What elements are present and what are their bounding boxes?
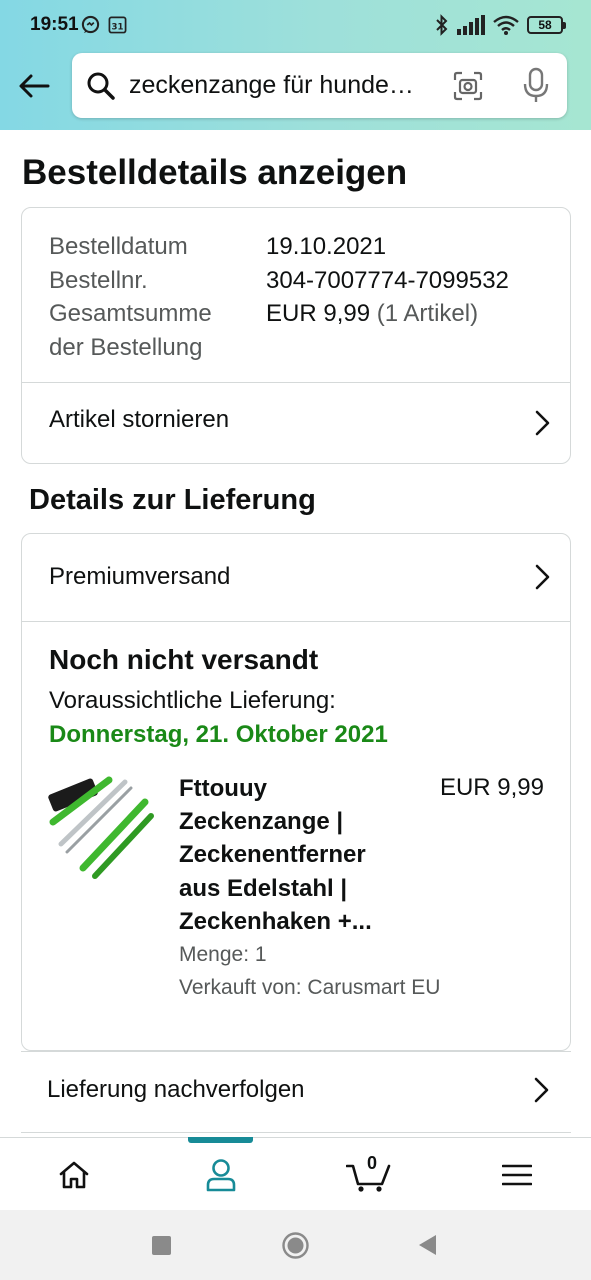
chevron-right-icon — [535, 564, 550, 590]
shipping-method-label: Premiumversand — [49, 563, 231, 590]
signal-icon — [457, 15, 485, 35]
status-time: 19:51 — [30, 14, 79, 35]
divider — [21, 1132, 571, 1133]
calendar-icon: 31 — [108, 16, 127, 34]
app-header: 19:51 31 58 zeckenzange für hunde… — [0, 0, 591, 130]
microphone-icon[interactable] — [521, 67, 551, 105]
battery-indicator: 58 — [527, 16, 566, 34]
order-date-label: Bestelldatum — [49, 233, 188, 260]
order-total-value: EUR 9,99 (1 Artikel) — [266, 297, 478, 331]
product-seller: Verkauft von: Carusmart EU — [179, 976, 441, 999]
product-title-line: Zeckenentferner — [179, 841, 366, 869]
shipping-method-row[interactable]: Premiumversand — [22, 534, 570, 621]
nav-cart[interactable]: 0 — [295, 1138, 442, 1211]
wifi-icon — [493, 15, 519, 35]
account-icon — [206, 1158, 235, 1191]
order-total-amount: EUR 9,99 — [266, 300, 371, 327]
search-bar[interactable]: zeckenzange für hunde… — [72, 53, 567, 118]
delivery-section-title: Details zur Lieferung — [29, 484, 316, 516]
order-row-number: Bestellnr. 304-7007774-7099532 — [49, 264, 509, 298]
eta-label: Voraussichtliche Lieferung: — [49, 687, 336, 714]
chevron-right-icon — [535, 410, 550, 436]
page-title: Bestelldetails anzeigen — [22, 153, 408, 192]
product-image[interactable] — [47, 772, 157, 882]
menu-icon — [501, 1164, 532, 1185]
order-row-total: Gesamtsumme EUR 9,99 (1 Artikel) — [49, 297, 509, 331]
cart-count: 0 — [367, 1153, 378, 1173]
order-date-value: 19.10.2021 — [266, 233, 387, 260]
message-icon — [81, 15, 100, 34]
order-total-label: Gesamtsumme — [49, 300, 212, 327]
bluetooth-icon — [436, 14, 448, 36]
order-number-label: Bestellnr. — [49, 266, 148, 294]
status-bar: 19:51 31 58 — [0, 0, 591, 50]
product-title-line: Zeckenhaken +... — [179, 907, 372, 935]
search-icon — [87, 72, 115, 100]
nav-menu[interactable] — [443, 1138, 590, 1211]
nav-account[interactable] — [147, 1138, 294, 1211]
track-delivery-label: Lieferung nachverfolgen — [47, 1076, 305, 1103]
order-info: Bestelldatum 19.10.2021 Bestellnr. 304-7… — [49, 230, 509, 364]
cancel-items-label: Artikel stornieren — [49, 406, 230, 433]
product-price: EUR 9,99 — [439, 774, 544, 801]
track-delivery-row[interactable]: Lieferung nachverfolgen — [21, 1052, 571, 1132]
shipment-status: Noch nicht versandt — [49, 644, 319, 675]
back-arrow-icon — [19, 74, 50, 98]
product-title-line: Fttouuy — [179, 775, 267, 802]
product-title[interactable]: Fttouuy Zeckenzange | Zeckenentferner au… — [179, 772, 394, 938]
eta-date: Donnerstag, 21. Oktober 2021 — [49, 721, 388, 748]
product-title-line: aus Edelstahl | — [179, 874, 348, 902]
svg-text:31: 31 — [112, 22, 124, 32]
order-number-value: 304-7007774-7099532 — [266, 266, 509, 294]
search-input[interactable]: zeckenzange für hunde… — [129, 71, 439, 100]
home-circle-icon[interactable] — [282, 1232, 309, 1259]
order-row-total-cont: der Bestellung — [49, 331, 509, 365]
order-item-count: (1 Artikel) — [376, 300, 479, 327]
product-title-line: Zeckenzange | — [179, 808, 344, 836]
system-navigation-bar — [0, 1210, 591, 1280]
back-button[interactable] — [14, 66, 54, 106]
chevron-right-icon — [534, 1077, 549, 1103]
status-icons: 58 — [435, 13, 566, 37]
delivery-card: Premiumversand Noch nicht versandt Vorau… — [21, 533, 571, 1051]
back-triangle-icon[interactable] — [418, 1234, 437, 1256]
camera-scan-icon[interactable] — [452, 70, 484, 102]
home-icon — [59, 1161, 88, 1188]
order-row-date: Bestelldatum 19.10.2021 — [49, 230, 509, 264]
product-quantity: Menge: 1 — [179, 943, 267, 966]
nav-home[interactable] — [0, 1138, 147, 1211]
bottom-navigation: 0 — [0, 1137, 591, 1210]
recents-square-icon[interactable] — [152, 1236, 171, 1255]
order-summary-card: Bestelldatum 19.10.2021 Bestellnr. 304-7… — [21, 207, 571, 464]
divider — [22, 621, 570, 622]
order-total-label-cont: der Bestellung — [49, 333, 203, 361]
cancel-items-row[interactable]: Artikel stornieren — [22, 383, 570, 464]
